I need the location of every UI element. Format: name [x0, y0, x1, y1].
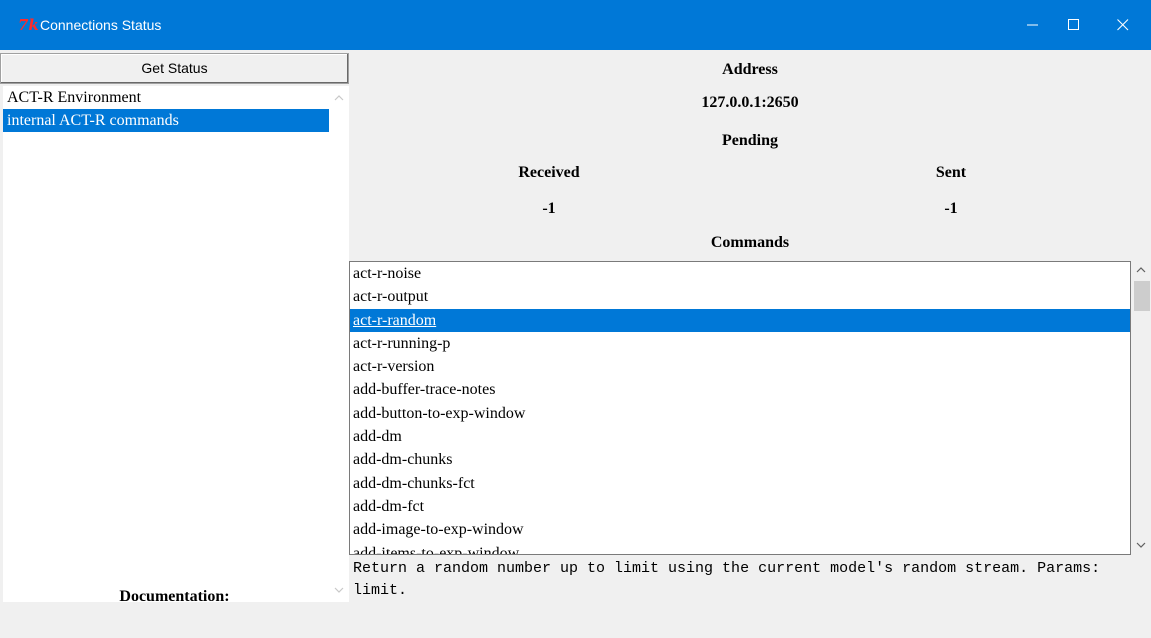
- maximize-icon: [1068, 19, 1079, 30]
- command-item[interactable]: add-items-to-exp-window: [350, 542, 1130, 554]
- received-value: -1: [542, 200, 556, 217]
- address-value: 127.0.0.1:2650: [701, 94, 799, 111]
- command-item[interactable]: add-button-to-exp-window: [350, 402, 1130, 425]
- command-item[interactable]: add-buffer-trace-notes: [350, 378, 1130, 401]
- scroll-thumb[interactable]: [1134, 281, 1150, 311]
- sent-heading: Sent: [935, 164, 967, 181]
- received-heading: Received: [518, 164, 580, 181]
- commands-heading: Commands: [710, 234, 790, 251]
- commands-list[interactable]: act-r-noise act-r-output act-r-random ac…: [349, 261, 1131, 555]
- commands-scrollbar[interactable]: [1131, 261, 1151, 555]
- sent-value: -1: [944, 200, 958, 217]
- command-item[interactable]: add-dm: [350, 425, 1130, 448]
- scroll-up-icon[interactable]: [1136, 266, 1146, 274]
- close-button[interactable]: [1100, 0, 1146, 50]
- scroll-down-icon[interactable]: [1136, 541, 1146, 549]
- command-item[interactable]: act-r-running-p: [350, 332, 1130, 355]
- command-item[interactable]: act-r-noise: [350, 262, 1130, 285]
- command-item-selected[interactable]: act-r-random: [350, 308, 1130, 332]
- connections-list[interactable]: ACT-R Environment internal ACT-R command…: [3, 86, 329, 602]
- window-body: Get Status ACT-R Environment internal AC…: [0, 50, 1151, 638]
- pending-heading: Pending: [721, 132, 778, 149]
- scroll-up-icon[interactable]: [334, 94, 344, 102]
- close-icon: [1117, 19, 1129, 31]
- title-bar[interactable]: 7k Connections Status: [0, 0, 1151, 50]
- minimize-button[interactable]: [1010, 0, 1056, 50]
- command-item[interactable]: add-dm-fct: [350, 495, 1130, 518]
- connection-item-act-r-environment[interactable]: ACT-R Environment: [3, 86, 329, 109]
- command-item[interactable]: act-r-output: [350, 285, 1130, 308]
- tk-logo-icon: 7k: [18, 16, 39, 34]
- connections-scrollbar[interactable]: [329, 86, 349, 602]
- command-item[interactable]: act-r-version: [350, 355, 1130, 378]
- documentation-text: Return a random number up to limit using…: [353, 560, 1110, 599]
- window-title: Connections Status: [40, 17, 162, 33]
- command-item[interactable]: add-image-to-exp-window: [350, 518, 1130, 541]
- maximize-button[interactable]: [1051, 0, 1097, 50]
- documentation-label: Documentation:: [119, 588, 230, 605]
- command-item[interactable]: add-dm-chunks: [350, 448, 1130, 471]
- command-item[interactable]: add-dm-chunks-fct: [350, 472, 1130, 495]
- connection-item-internal-act-r-commands[interactable]: internal ACT-R commands: [3, 109, 329, 132]
- address-heading: Address: [722, 61, 778, 78]
- get-status-button[interactable]: Get Status: [0, 53, 349, 84]
- minimize-icon: [1027, 24, 1038, 26]
